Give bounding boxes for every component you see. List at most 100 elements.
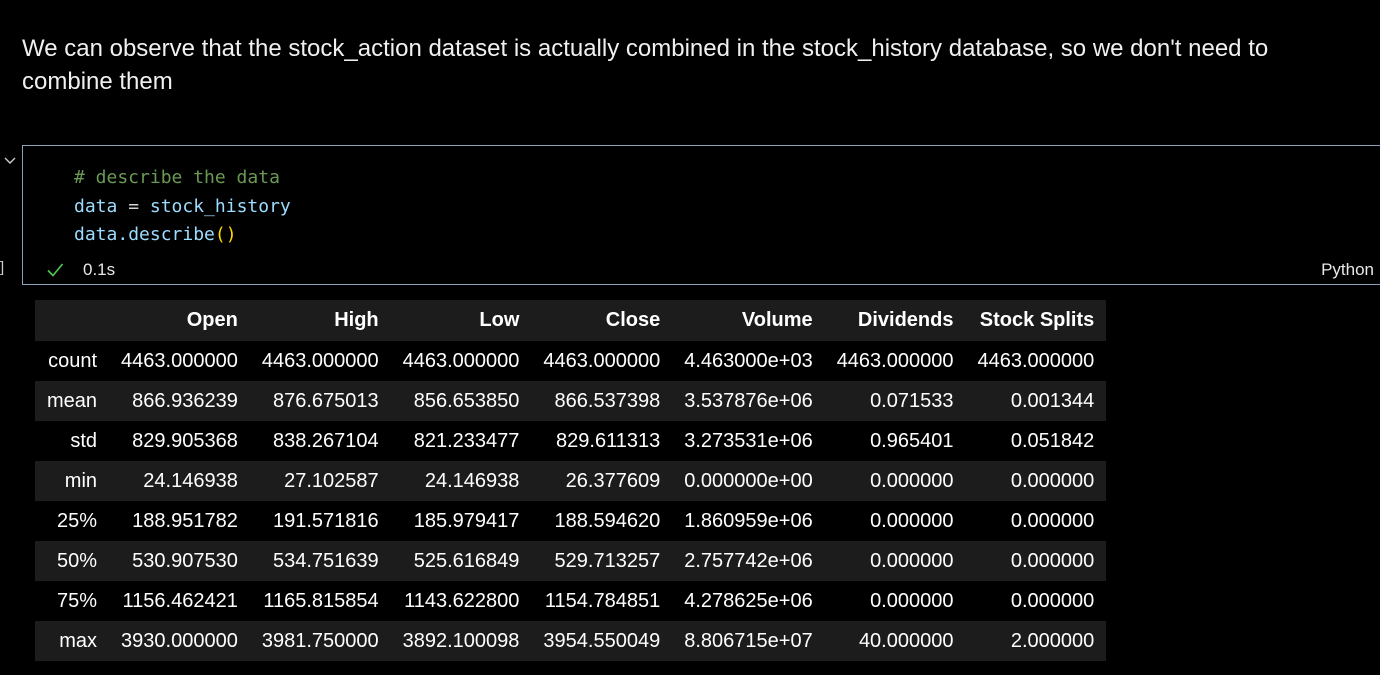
table-cell: 0.071533 [870,389,954,412]
cell-output: Open High Low Close Volume Dividends Sto… [35,300,1107,661]
table-cell: 0.051842 [1010,429,1095,452]
table-cell: 4463.000000 [121,349,238,372]
table-cell: 4463.000000 [543,349,661,372]
collapse-chevron-icon[interactable] [2,152,18,168]
row-label: count [48,349,98,372]
table-cell: 525.616849 [413,549,520,572]
table-cell: 3954.550049 [543,629,661,652]
code-cell[interactable]: # describe the data data = stock_history… [22,145,1380,285]
table-cell: 26.377609 [565,469,661,492]
column-header: Low [390,300,532,341]
table-cell: 8.806715e+07 [684,629,813,652]
table-cell: 24.146938 [424,469,520,492]
table-cell: 1165.815854 [263,589,379,612]
table-cell: 0.001344 [1010,389,1095,412]
table-row: count 4463.000000 4463.000000 4463.00000… [35,341,1107,381]
table-cell: 188.594620 [554,509,661,532]
row-label: 50% [57,549,98,572]
row-label: max [59,629,98,652]
table-cell: 4463.000000 [402,349,520,372]
language-selector[interactable]: Python [1321,260,1374,280]
table-row: 75% 1156.462421 1165.815854 1143.622800 … [35,581,1107,621]
notebook-page: We can observe that the stock_action dat… [0,0,1380,675]
column-header: Volume [672,300,825,341]
table-cell: 0.000000 [1010,509,1095,532]
table-row: min 24.146938 27.102587 24.146938 26.377… [35,461,1107,501]
table-cell: 829.905368 [132,429,238,452]
code-token: data [74,224,118,245]
row-label: min [64,469,98,492]
markdown-cell: We can observe that the stock_action dat… [22,32,1362,98]
code-comment: # describe the data [74,167,280,188]
markdown-text: We can observe that the stock_action dat… [22,35,1269,95]
table-cell: 838.267104 [272,429,379,452]
column-header: Close [531,300,673,341]
dataframe-table: Open High Low Close Volume Dividends Sto… [35,300,1107,661]
column-header: Stock Splits [965,300,1107,341]
row-label: std [70,429,98,452]
table-cell: 3930.000000 [121,629,238,652]
column-header: Dividends [824,300,966,341]
table-cell: 530.907530 [132,549,238,572]
table-row: 50% 530.907530 534.751639 525.616849 529… [35,541,1107,581]
execution-status: 0.1s [45,258,115,282]
table-cell: 0.000000e+00 [684,469,813,492]
table-cell: 1156.462421 [122,589,238,612]
table-cell: 1154.784851 [544,589,661,612]
table-cell: 0.000000 [1010,469,1095,492]
table-cell: 4.463000e+03 [684,349,813,372]
table-cell: 2.757742e+06 [684,549,813,572]
table-cell: 3.537876e+06 [684,389,813,412]
code-token: data [74,195,118,217]
execution-count: ] [0,259,5,276]
table-cell: 0.000000 [870,509,954,532]
table-cell: 876.675013 [272,389,379,412]
code-token: stock_history [149,195,291,217]
table-cell: 856.653850 [413,389,520,412]
table-cell: 3892.100098 [402,629,520,652]
table-row: max 3930.000000 3981.750000 3892.100098 … [35,621,1107,661]
table-cell: 3.273531e+06 [684,429,813,452]
table-cell: 4463.000000 [977,349,1095,372]
table-cell: 866.936239 [132,389,238,412]
table-header-row: Open High Low Close Volume Dividends Sto… [35,300,1107,341]
table-cell: 0.000000 [870,589,954,612]
table-cell: 4463.000000 [261,349,379,372]
table-cell: 821.233477 [413,429,520,452]
column-header: High [249,300,391,341]
table-row: 25% 188.951782 191.571816 185.979417 188… [35,501,1107,541]
table-row: mean 866.936239 876.675013 856.653850 86… [35,381,1107,421]
execution-time: 0.1s [83,260,116,279]
index-header [35,300,110,341]
code-token: = [117,195,150,217]
code-token: () [214,224,237,245]
table-cell: 185.979417 [413,509,520,532]
table-cell: 40.000000 [858,629,954,652]
code-editor[interactable]: # describe the data data = stock_history… [74,164,291,250]
code-token: .describe [117,224,215,245]
column-header: Open [109,300,250,341]
table-cell: 829.611313 [556,429,661,452]
table-cell: 1143.622800 [404,589,520,612]
table-cell: 529.713257 [554,549,661,572]
table-cell: 0.965401 [870,429,954,452]
table-cell: 866.537398 [554,389,661,412]
table-cell: 0.000000 [870,549,954,572]
table-cell: 188.951782 [132,509,238,532]
table-row: std 829.905368 838.267104 821.233477 829… [35,421,1107,461]
table-cell: 3981.750000 [261,629,379,652]
row-label: mean [47,389,98,412]
table-cell: 27.102587 [284,469,379,492]
table-cell: 4.278625e+06 [684,589,813,612]
check-icon [47,263,64,277]
table-cell: 2.000000 [1010,629,1095,652]
row-label: 25% [57,509,98,532]
table-cell: 534.751639 [272,549,379,572]
table-cell: 24.146938 [143,469,238,492]
table-cell: 1.860959e+06 [684,509,813,532]
table-cell: 0.000000 [870,469,954,492]
row-label: 75% [57,589,98,612]
table-cell: 4463.000000 [836,349,954,372]
table-cell: 191.571816 [272,509,379,532]
table-cell: 0.000000 [1010,549,1095,572]
